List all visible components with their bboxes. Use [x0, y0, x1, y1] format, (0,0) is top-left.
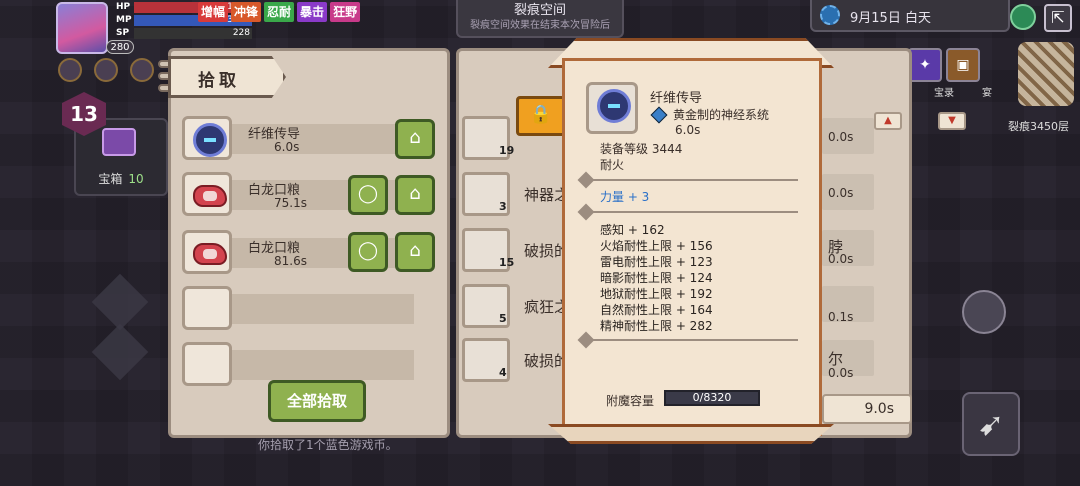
- left-icon-row: [58, 58, 154, 82]
- player-hud: 280 HP 1301312 MP 33268 SP 228: [56, 2, 252, 54]
- item-count: 5: [499, 312, 507, 325]
- pickup-item-button[interactable]: ⌂: [395, 119, 435, 159]
- tooltip-title: 纤维传导: [650, 91, 703, 106]
- rift-banner: 裂痕空间 裂痕空间效果在结束本次冒险后: [456, 0, 624, 38]
- tooltip-stat: 地狱耐性上限 + 192: [600, 287, 713, 301]
- chest-label: 宝箱: [98, 172, 123, 186]
- sun-icon: [820, 5, 840, 25]
- item-slot[interactable]: [182, 116, 232, 160]
- buff-1[interactable]: 冲锋: [231, 2, 262, 22]
- sp-value: 228: [232, 28, 250, 38]
- monster-sprite: [1018, 42, 1074, 106]
- item-time: 81.6s: [274, 254, 307, 268]
- pickup-row[interactable]: 纤维传导 6.0s: [182, 116, 414, 160]
- buff-list: 增幅 冲锋 忍耐 暴击 狂野: [198, 2, 361, 22]
- tooltip-stat: 自然耐性上限 + 164: [600, 303, 713, 317]
- item-time: 75.1s: [274, 196, 307, 210]
- pickup-row-empty: [182, 286, 414, 330]
- buff-4[interactable]: 狂野: [330, 2, 361, 22]
- item-count: 3: [499, 200, 507, 213]
- item-time: 0.0s: [828, 366, 854, 380]
- item-time: 6.0s: [274, 140, 300, 154]
- tooltip-resist: 耐火: [600, 158, 625, 172]
- tooltip-stat: 火焰耐性上限 + 156: [600, 239, 713, 253]
- chest-count: 10: [128, 172, 144, 186]
- separator: [582, 211, 798, 213]
- pickup-all-button[interactable]: 全部拾取: [268, 380, 366, 422]
- date-bar: 9月15日 白天: [810, 0, 1010, 32]
- item-count: 15: [499, 256, 515, 269]
- tooltip-stat: 暗影耐性上限 + 124: [600, 271, 713, 285]
- chevron-down-icon[interactable]: ▼: [938, 112, 966, 130]
- tooltip-item-slot: [586, 82, 638, 134]
- separator: [582, 179, 798, 181]
- item-count: 4: [499, 366, 507, 379]
- meat-icon: [193, 185, 227, 207]
- gem-icon[interactable]: ✦: [908, 48, 942, 82]
- item-slot[interactable]: [182, 172, 232, 216]
- meat-icon: [193, 243, 227, 265]
- tool-label-1: 宴: [982, 88, 992, 99]
- rift-subtitle: 裂痕空间效果在结束本次冒险后: [470, 20, 610, 31]
- buff-3[interactable]: 暴击: [297, 2, 328, 22]
- buff-0[interactable]: 增幅: [198, 2, 229, 22]
- hp-label: HP: [116, 2, 131, 12]
- separator: [582, 339, 798, 341]
- enchant-label: 附魔容量: [606, 394, 655, 408]
- pickup-log: 你拾取了1个蓝色游戏币。: [258, 438, 398, 452]
- skill-icon[interactable]: [58, 58, 82, 82]
- sp-bar: SP 228: [116, 28, 252, 39]
- item-slot: [182, 342, 232, 386]
- skill-icon[interactable]: [130, 58, 154, 82]
- inventory-footer-time: 9.0s: [822, 394, 912, 424]
- item-count: 19: [499, 144, 515, 157]
- globe-icon[interactable]: [1010, 4, 1036, 30]
- buff-2[interactable]: 忍耐: [264, 2, 295, 22]
- tooltip-cap-bottom: [548, 424, 834, 444]
- tooltip-stat: 精神耐性上限 + 282: [600, 319, 713, 333]
- tooltip-stat: 雷电耐性上限 + 123: [600, 255, 713, 269]
- skill-icon[interactable]: [94, 58, 118, 82]
- compass-icon[interactable]: [962, 290, 1006, 334]
- tooltip-time: 6.0s: [675, 123, 701, 137]
- enchant-capacity: 0/8320: [664, 390, 760, 406]
- player-level: 280: [106, 40, 134, 54]
- tooltip-level: 装备等级 3444: [600, 142, 683, 156]
- item-slot[interactable]: [182, 230, 232, 274]
- date-text: 9月15日 白天: [850, 11, 931, 26]
- player-avatar[interactable]: [56, 2, 108, 54]
- bow-icon[interactable]: ➹: [962, 392, 1020, 456]
- sp-label: SP: [116, 28, 130, 38]
- lock-icon[interactable]: 🔒: [516, 96, 566, 136]
- rift-title: 裂痕空间: [513, 3, 566, 18]
- tool-label-0: 宝录: [934, 88, 954, 99]
- pickup-title: 拾取: [198, 71, 240, 91]
- mp-label: MP: [116, 15, 132, 25]
- exit-icon[interactable]: ⇱: [1044, 4, 1072, 32]
- item-slot: [182, 286, 232, 330]
- item-time: 0.0s: [828, 130, 854, 144]
- dpad-up[interactable]: [91, 273, 149, 331]
- dpad[interactable]: [80, 273, 160, 381]
- bag-icon[interactable]: ▣: [946, 48, 980, 82]
- device-icon: [193, 123, 227, 157]
- rift-depth: 裂痕3450层: [1008, 120, 1069, 133]
- item-time: 0.0s: [828, 186, 854, 200]
- device-icon: [597, 89, 631, 123]
- inspect-item-button[interactable]: ◯: [348, 232, 388, 272]
- tooltip-subtitle: 黄金制的神经系统: [673, 108, 770, 122]
- tooltip-stat: 感知 + 162: [600, 223, 665, 237]
- item-time: 0.0s: [828, 252, 854, 266]
- tooltip-power: 力量 + 3: [600, 190, 650, 204]
- pickup-item-button[interactable]: ⌂: [395, 175, 435, 215]
- chest-icon: [102, 128, 136, 156]
- item-time: 0.1s: [828, 310, 854, 324]
- pickup-item-button[interactable]: ⌂: [395, 232, 435, 272]
- inspect-item-button[interactable]: ◯: [348, 175, 388, 215]
